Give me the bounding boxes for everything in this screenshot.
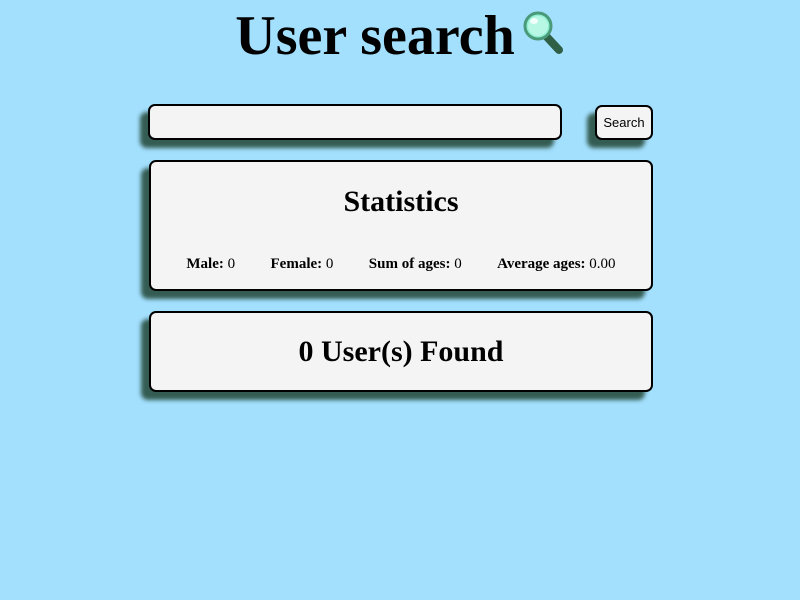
results-count: 0 User(s) Found — [298, 335, 504, 368]
search-input[interactable] — [148, 104, 562, 140]
statistics-title: Statistics — [343, 185, 459, 218]
stat-avg-label: Average ages: — [497, 256, 586, 272]
stat-sum-value: 0 — [454, 256, 462, 272]
stat-average-ages: Average ages: 0.00 — [497, 255, 615, 273]
statistics-card: Statistics Male: 0 Female: 0 Sum of ages… — [149, 160, 653, 291]
statistics-row: Male: 0 Female: 0 Sum of ages: 0 Average… — [151, 255, 651, 273]
stat-sum-label: Sum of ages: — [368, 256, 451, 272]
stat-sum-of-ages: Sum of ages: 0 — [369, 255, 462, 273]
page-title: User search — [235, 5, 515, 67]
stat-male: Male: 0 — [186, 255, 235, 273]
stat-female: Female: 0 — [271, 255, 334, 273]
header: User search — [0, 4, 800, 68]
search-button[interactable]: Search — [595, 105, 653, 140]
stat-male-label: Male: — [186, 256, 224, 272]
stat-male-value: 0 — [227, 256, 236, 272]
stat-avg-value: 0.00 — [589, 256, 616, 272]
stat-female-value: 0 — [325, 256, 334, 272]
results-card: 0 User(s) Found — [149, 311, 653, 392]
magnifying-glass-icon — [521, 10, 565, 54]
stat-female-label: Female: — [270, 256, 323, 272]
